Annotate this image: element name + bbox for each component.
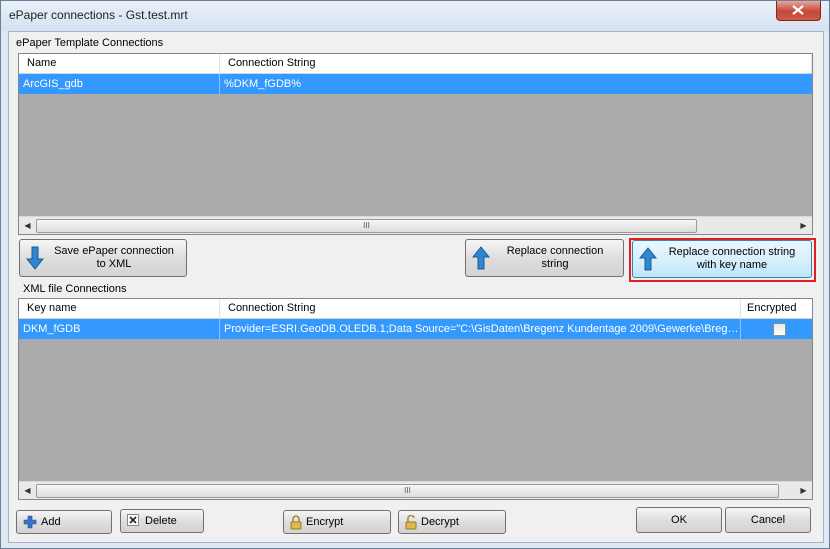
encrypt-label: Encrypt [306, 516, 344, 528]
column-header-name[interactable]: Name [19, 54, 220, 73]
xml-grid-header: Key name Connection String Encrypted [19, 299, 812, 319]
lock-icon [290, 515, 302, 530]
scroll-left-icon[interactable]: ◀ [19, 482, 36, 499]
template-group-label: ePaper Template Connections [16, 37, 164, 49]
add-label: Add [41, 516, 61, 528]
scroll-right-icon[interactable]: ▶ [795, 482, 812, 499]
close-button[interactable] [776, 1, 821, 21]
replace-connection-label: Replace connection string [490, 245, 620, 271]
encrypt-button[interactable]: Encrypt [283, 510, 391, 534]
close-icon [792, 5, 804, 15]
xml-row-key-name: DKM_fGDB [19, 319, 220, 339]
replace-connection-line2: string [541, 258, 569, 270]
column-header-connection-string[interactable]: Connection String [220, 54, 812, 73]
arrow-up-icon [472, 246, 490, 270]
decrypt-button[interactable]: Decrypt [398, 510, 506, 534]
ok-button[interactable]: OK [636, 507, 722, 533]
template-grid-header: Name Connection String [19, 54, 812, 74]
add-button[interactable]: Add [16, 510, 112, 534]
x-icon [127, 514, 139, 526]
replace-with-key-name-line1: Replace connection string [668, 246, 796, 258]
cancel-label: Cancel [750, 514, 786, 526]
cancel-button[interactable]: Cancel [725, 507, 811, 533]
save-to-xml-line2: to XML [96, 258, 132, 270]
dialog-window: ePaper connections - Gst.test.mrt ePaper… [0, 0, 830, 549]
plus-icon [23, 515, 37, 529]
column-header-connection-string[interactable]: Connection String [220, 299, 741, 318]
xml-group-label: XML file Connections [23, 283, 127, 295]
replace-connection-button[interactable]: Replace connection string [465, 239, 624, 277]
arrow-down-icon [26, 246, 44, 270]
delete-button[interactable]: Delete [120, 509, 204, 533]
template-connections-grid[interactable]: Name Connection String ArcGIS_gdb %DKM_f… [18, 53, 813, 235]
xml-connections-grid[interactable]: Key name Connection String Encrypted DKM… [18, 298, 813, 500]
arrow-up-icon [639, 247, 657, 271]
save-to-xml-label: Save ePaper connection to XML [44, 245, 184, 271]
replace-connection-line1: Replace connection [506, 245, 604, 257]
scroll-left-icon[interactable]: ◀ [19, 217, 36, 234]
template-row-connection: %DKM_fGDB% [224, 78, 302, 90]
template-horizontal-scrollbar[interactable]: ◀ III ▶ [19, 216, 812, 234]
save-to-xml-button[interactable]: Save ePaper connection to XML [19, 239, 187, 277]
save-to-xml-line1: Save ePaper connection [54, 245, 174, 257]
table-row[interactable]: DKM_fGDB Provider=ESRI.GeoDB.OLEDB.1;Dat… [19, 319, 812, 339]
scroll-right-icon[interactable]: ▶ [795, 217, 812, 234]
replace-with-key-name-label: Replace connection string with key name [657, 246, 807, 272]
delete-label: Delete [145, 515, 177, 527]
scroll-thumb[interactable]: III [36, 219, 697, 233]
replace-with-key-name-button[interactable]: Replace connection string with key name [632, 240, 812, 278]
dialog-client-area: ePaper Template Connections Name Connect… [8, 31, 824, 543]
encrypted-checkbox[interactable] [773, 323, 786, 336]
column-header-key-name[interactable]: Key name [19, 299, 220, 318]
table-row[interactable]: ArcGIS_gdb %DKM_fGDB% [19, 74, 812, 94]
title-bar[interactable]: ePaper connections - Gst.test.mrt [1, 1, 829, 31]
xml-row-connection: Provider=ESRI.GeoDB.OLEDB.1;Data Source=… [220, 319, 741, 339]
decrypt-label: Decrypt [421, 516, 459, 528]
replace-with-key-name-line2: with key name [696, 259, 768, 271]
xml-horizontal-scrollbar[interactable]: ◀ III ▶ [19, 481, 812, 499]
column-header-encrypted[interactable]: Encrypted [741, 299, 812, 318]
unlock-icon [405, 515, 417, 530]
xml-row-encrypted-cell [741, 319, 812, 339]
template-row-name: ArcGIS_gdb [19, 74, 220, 94]
window-title: ePaper connections - Gst.test.mrt [9, 8, 188, 22]
ok-label: OK [671, 514, 687, 526]
scroll-thumb[interactable]: III [36, 484, 779, 498]
